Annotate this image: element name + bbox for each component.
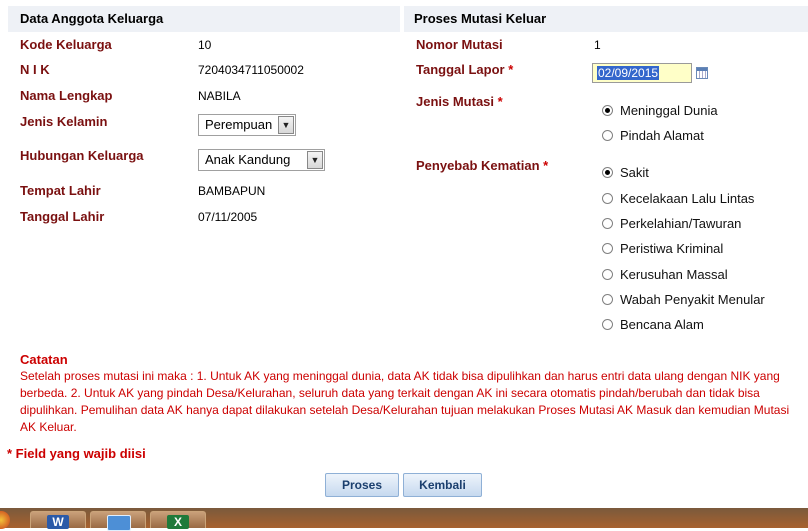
radio-button[interactable] bbox=[602, 193, 613, 204]
required-field-note: * Field yang wajib diisi bbox=[7, 446, 146, 461]
jenis-kelamin-selected: Perempuan bbox=[205, 117, 273, 132]
tanggal-lapor-label: Tanggal Lapor * bbox=[416, 62, 514, 77]
kembali-button[interactable]: Kembali bbox=[403, 473, 482, 497]
tempat-lahir-value: BAMBAPUN bbox=[198, 184, 266, 198]
proses-button[interactable]: Proses bbox=[325, 473, 399, 497]
start-orb-icon[interactable] bbox=[0, 511, 10, 529]
jenis-kelamin-select[interactable]: Perempuan ▼ bbox=[198, 114, 296, 136]
tanggal-lahir-label: Tanggal Lahir bbox=[20, 209, 105, 224]
nik-value: 7204034711050002 bbox=[198, 63, 304, 77]
nama-lengkap-value: NABILA bbox=[198, 89, 241, 103]
taskbar-window-app[interactable] bbox=[90, 511, 146, 531]
word-icon: W bbox=[47, 515, 69, 529]
penyebab-kematian-label: Penyebab Kematian * bbox=[416, 158, 549, 173]
nama-lengkap-label: Nama Lengkap bbox=[20, 88, 113, 103]
kode-keluarga-label: Kode Keluarga bbox=[20, 37, 112, 52]
chevron-down-icon: ▼ bbox=[278, 116, 294, 134]
window-icon bbox=[107, 515, 131, 531]
excel-icon: X bbox=[167, 515, 189, 529]
family-member-panel-title: Data Anggota Keluarga bbox=[8, 6, 400, 32]
nik-label: N I K bbox=[20, 62, 50, 77]
radio-button[interactable] bbox=[602, 130, 613, 141]
radio-button[interactable] bbox=[602, 269, 613, 280]
radio-button[interactable] bbox=[602, 294, 613, 305]
tanggal-lahir-value: 07/11/2005 bbox=[198, 210, 258, 224]
tempat-lahir-label: Tempat Lahir bbox=[20, 183, 101, 198]
calendar-icon[interactable] bbox=[696, 67, 708, 79]
taskbar: W X bbox=[0, 508, 808, 531]
taskbar-word-app[interactable]: W bbox=[30, 511, 86, 529]
mutation-panel-title: Proses Mutasi Keluar bbox=[404, 6, 808, 32]
hubungan-keluarga-select[interactable]: Anak Kandung ▼ bbox=[198, 149, 325, 171]
jenis-kelamin-label: Jenis Kelamin bbox=[20, 114, 108, 129]
radio-button[interactable] bbox=[602, 218, 613, 229]
nomor-mutasi-label: Nomor Mutasi bbox=[416, 37, 503, 52]
chevron-down-icon: ▼ bbox=[307, 151, 323, 169]
jenis-mutasi-label: Jenis Mutasi * bbox=[416, 94, 503, 109]
radio-button-checked[interactable] bbox=[602, 167, 613, 178]
radio-button-checked[interactable] bbox=[602, 105, 613, 116]
hubungan-keluarga-label: Hubungan Keluarga bbox=[20, 148, 144, 163]
tanggal-lapor-value: 02/09/2015 bbox=[597, 66, 660, 80]
radio-button[interactable] bbox=[602, 243, 613, 254]
taskbar-excel-app[interactable]: X bbox=[150, 511, 206, 529]
hubungan-keluarga-selected: Anak Kandung bbox=[205, 152, 291, 167]
note-body: Setelah proses mutasi ini maka : 1. Untu… bbox=[20, 369, 790, 434]
note-title: Catatan bbox=[20, 352, 68, 367]
radio-button[interactable] bbox=[602, 319, 613, 330]
kode-keluarga-value: 10 bbox=[198, 38, 212, 52]
tanggal-lapor-input[interactable]: 02/09/2015 bbox=[592, 63, 692, 83]
nomor-mutasi-value: 1 bbox=[594, 38, 601, 52]
